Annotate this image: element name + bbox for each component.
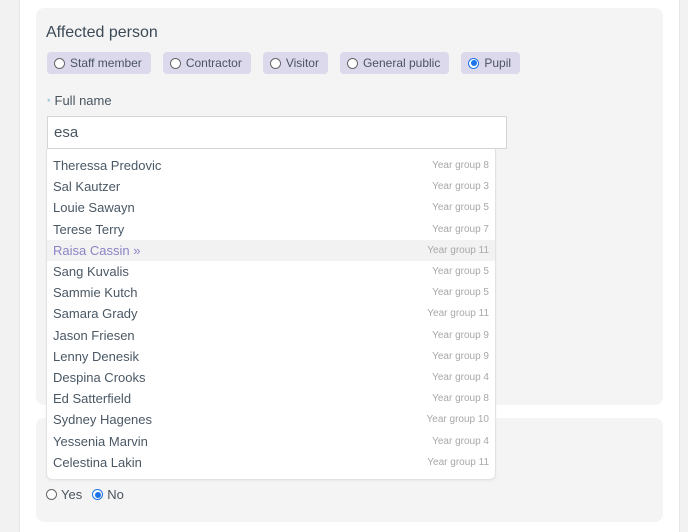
required-marker: * xyxy=(47,96,51,107)
suggestion-item[interactable]: Sammie Kutch Year group 5 xyxy=(47,282,495,303)
suggestion-name: Sydney Hagenes xyxy=(53,412,153,428)
suggestion-year-group: Year group 8 xyxy=(432,393,489,405)
suggestion-item[interactable]: Ed Satterfield Year group 8 xyxy=(47,388,495,409)
no-label: No xyxy=(107,487,124,502)
suggestion-item[interactable]: Raisa Cassin » Year group 11 xyxy=(47,239,495,261)
suggestion-item[interactable]: Louie Sawayn Year group 5 xyxy=(47,197,495,218)
suggestion-name: Terese Terry xyxy=(53,221,125,237)
suggestion-item[interactable]: Celestina Lakin Year group 11 xyxy=(47,452,495,473)
person-type-label: General public xyxy=(362,56,441,70)
suggestion-item[interactable]: Yessenia Marvin Year group 4 xyxy=(47,430,495,451)
name-suggestions-dropdown: Theressa Predovic Year group 8 Sal Kautzer… xyxy=(46,149,496,480)
person-type-radio-group: Staff member Contractor Visitor General pub… xyxy=(47,52,521,74)
yes-no-radio-group: Yes No xyxy=(46,487,124,502)
radio-button[interactable] xyxy=(468,57,480,69)
suggestion-name: Despina Crooks xyxy=(53,369,146,385)
suggestion-item[interactable]: Theressa Predovic Year group 8 xyxy=(47,155,495,176)
suggestion-year-group: Year group 11 xyxy=(427,308,489,320)
suggestion-year-group: Year group 9 xyxy=(432,329,489,341)
no-radio[interactable] xyxy=(92,489,104,500)
suggestion-name: Samara Grady xyxy=(53,306,138,322)
suggestion-item[interactable]: Despina Crooks Year group 4 xyxy=(47,367,495,388)
person-type-option[interactable]: Contractor xyxy=(162,52,251,74)
suggestion-name: Sal Kautzer xyxy=(53,179,121,195)
suggestion-year-group: Year group 9 xyxy=(432,350,489,362)
suggestion-year-group: Year group 11 xyxy=(427,456,489,468)
suggestion-year-group: Year group 7 xyxy=(432,223,489,235)
yes-option[interactable]: Yes xyxy=(46,487,82,502)
suggestion-year-group: Year group 5 xyxy=(432,202,489,214)
no-option[interactable]: No xyxy=(92,487,124,502)
suggestion-year-group: Year group 3 xyxy=(432,181,489,193)
person-type-label: Visitor xyxy=(285,56,319,70)
suggestion-item[interactable]: Sal Kautzer Year group 3 xyxy=(47,176,495,197)
suggestion-item[interactable]: Lenny Denesik Year group 9 xyxy=(47,346,495,367)
suggestion-name: Sang Kuvalis xyxy=(53,264,129,280)
person-type-label: Pupil xyxy=(484,56,512,70)
suggestion-name: Yessenia Marvin xyxy=(53,433,148,449)
suggestion-year-group: Year group 11 xyxy=(427,244,489,256)
suggestion-name: Celestina Lakin xyxy=(53,454,142,470)
suggestion-name: Raisa Cassin » xyxy=(53,242,141,258)
suggestion-name: Theressa Predovic xyxy=(53,158,162,174)
full-name-input[interactable] xyxy=(47,116,507,149)
person-type-option[interactable]: Pupil xyxy=(461,52,521,74)
suggestion-item[interactable]: Terese Terry Year group 7 xyxy=(47,219,495,240)
person-type-option[interactable]: Staff member xyxy=(47,52,151,74)
yes-radio[interactable] xyxy=(46,489,57,500)
section-title: Affected person xyxy=(46,24,158,41)
full-name-label-text: Full name xyxy=(54,93,112,108)
radio-button[interactable] xyxy=(54,57,65,69)
person-type-label: Staff member xyxy=(70,56,142,70)
suggestion-year-group: Year group 8 xyxy=(432,160,489,172)
suggestion-name: Sammie Kutch xyxy=(53,285,138,301)
suggestion-name: Jason Friesen xyxy=(53,327,135,343)
person-type-label: Contractor xyxy=(185,56,242,70)
suggestion-name: Lenny Denesik xyxy=(53,348,139,364)
suggestion-year-group: Year group 4 xyxy=(432,435,489,447)
radio-button[interactable] xyxy=(346,57,358,69)
suggestion-year-group: Year group 5 xyxy=(432,266,489,278)
person-type-option[interactable]: General public xyxy=(339,52,450,74)
suggestion-item[interactable]: Jason Friesen Year group 9 xyxy=(47,325,495,346)
radio-button[interactable] xyxy=(169,57,181,69)
suggestion-item[interactable]: Sang Kuvalis Year group 5 xyxy=(47,261,495,282)
suggestion-item[interactable]: Samara Grady Year group 11 xyxy=(47,303,495,324)
suggestion-year-group: Year group 5 xyxy=(432,287,489,299)
suggestion-year-group: Year group 10 xyxy=(426,414,489,426)
suggestion-name: Louie Sawayn xyxy=(53,200,135,216)
suggestion-year-group: Year group 4 xyxy=(432,371,489,383)
yes-label: Yes xyxy=(61,487,83,502)
person-type-option[interactable]: Visitor xyxy=(262,52,328,74)
radio-button[interactable] xyxy=(269,57,281,69)
suggestion-name: Ed Satterfield xyxy=(53,391,132,407)
full-name-label: * Full name xyxy=(47,93,112,108)
suggestion-item[interactable]: Sydney Hagenes Year group 10 xyxy=(47,409,495,430)
